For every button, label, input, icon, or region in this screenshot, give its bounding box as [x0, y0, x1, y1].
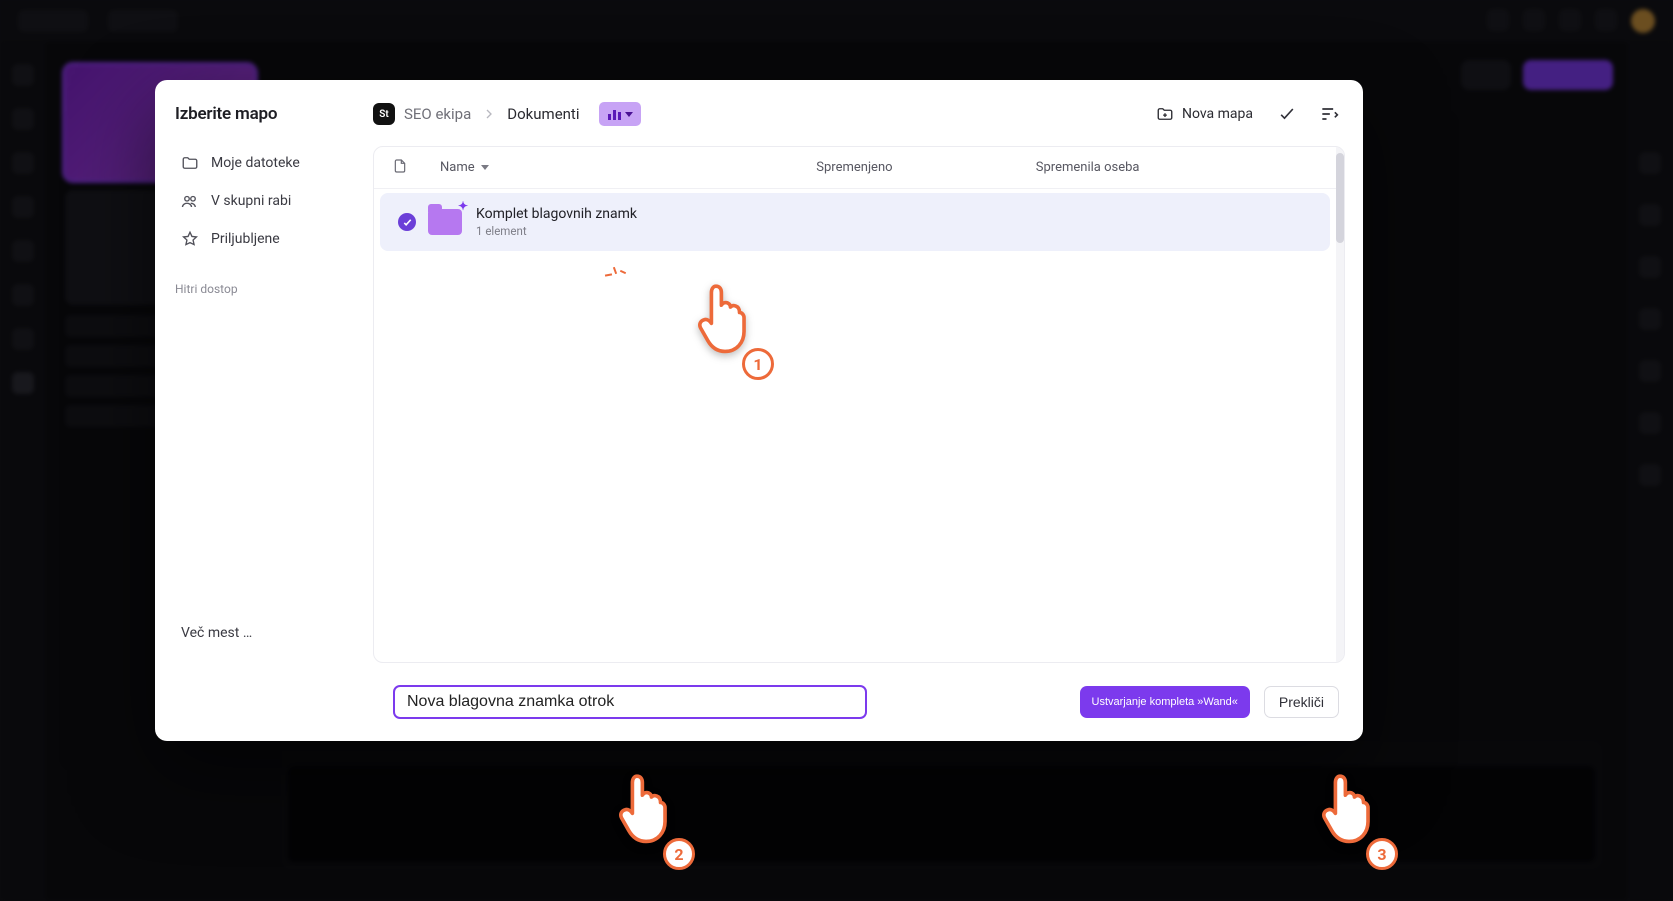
sidebar-item-my-files[interactable]: Moje datoteke [175, 146, 341, 180]
confirm-button[interactable] [1271, 98, 1303, 130]
sidebar-item-favorites[interactable]: Priljubljene [175, 222, 341, 256]
column-header-modified[interactable]: Spremenjeno [816, 160, 1036, 175]
file-list-header: Name Spremenjeno Spremenila oseba [374, 147, 1336, 189]
sidebar-item-label: Priljubljene [211, 231, 280, 247]
brand-kit-filter-chip[interactable] [599, 102, 641, 126]
sidebar-nav: Moje datoteke V skupni rabi Priljubljene [175, 146, 341, 256]
brand-kit-icon [608, 108, 622, 120]
folder-picker-modal: Izberite mapo Moje datoteke V skupni rab… [155, 80, 1363, 741]
file-list-scrollbar[interactable] [1336, 147, 1344, 662]
modal-toolbar: St SEO ekipa Dokumenti Nova mapa [373, 98, 1345, 130]
modal-main: St SEO ekipa Dokumenti Nova mapa [355, 80, 1363, 663]
star-icon [181, 230, 199, 248]
file-row-name: Komplet blagovnih znamk [476, 206, 637, 222]
file-row-meta: 1 element [476, 224, 637, 238]
check-icon [1277, 104, 1297, 124]
more-places-button[interactable]: Več mest … [175, 617, 341, 649]
create-brand-kit-button[interactable]: Ustvarjanje kompleta »Wand« [1080, 686, 1250, 718]
sidebar-item-shared[interactable]: V skupni rabi [175, 184, 341, 218]
folder-plus-icon [1156, 105, 1174, 123]
cancel-button[interactable]: Prekliči [1264, 686, 1339, 718]
sort-icon [1319, 104, 1339, 124]
team-badge: St [373, 103, 395, 125]
file-row[interactable]: ✦ Komplet blagovnih znamk 1 element [380, 193, 1330, 251]
folder-icon [181, 154, 199, 172]
file-list-panel: Name Spremenjeno Spremenila oseba ✦ [373, 146, 1345, 663]
column-header-name[interactable]: Name [440, 160, 816, 175]
chevron-down-icon [625, 112, 633, 117]
sidebar-item-label: Moje datoteke [211, 155, 300, 171]
quick-access-label: Hitri dostop [175, 282, 341, 296]
chevron-down-icon [481, 165, 489, 170]
modal-sidebar: Izberite mapo Moje datoteke V skupni rab… [155, 80, 355, 663]
modal-title: Izberite mapo [175, 104, 341, 124]
column-header-modified-by[interactable]: Spremenila oseba [1036, 160, 1318, 175]
modal-footer: Ustvarjanje kompleta »Wand« Prekliči [155, 663, 1363, 741]
new-brand-kit-name-input[interactable] [393, 685, 867, 719]
new-folder-button[interactable]: Nova mapa [1148, 99, 1261, 129]
chevron-right-icon [481, 106, 497, 122]
breadcrumb-team-label: SEO ekipa [404, 105, 471, 123]
brand-kit-folder-icon: ✦ [428, 209, 462, 235]
people-icon [181, 192, 199, 210]
sidebar-item-label: V skupni rabi [211, 193, 291, 209]
selected-check-icon [398, 213, 416, 231]
breadcrumb-current[interactable]: Dokumenti [507, 105, 579, 123]
sort-options-button[interactable] [1313, 98, 1345, 130]
file-icon [392, 158, 408, 174]
breadcrumb-team[interactable]: St SEO ekipa [373, 103, 471, 125]
new-folder-label: Nova mapa [1182, 106, 1253, 122]
